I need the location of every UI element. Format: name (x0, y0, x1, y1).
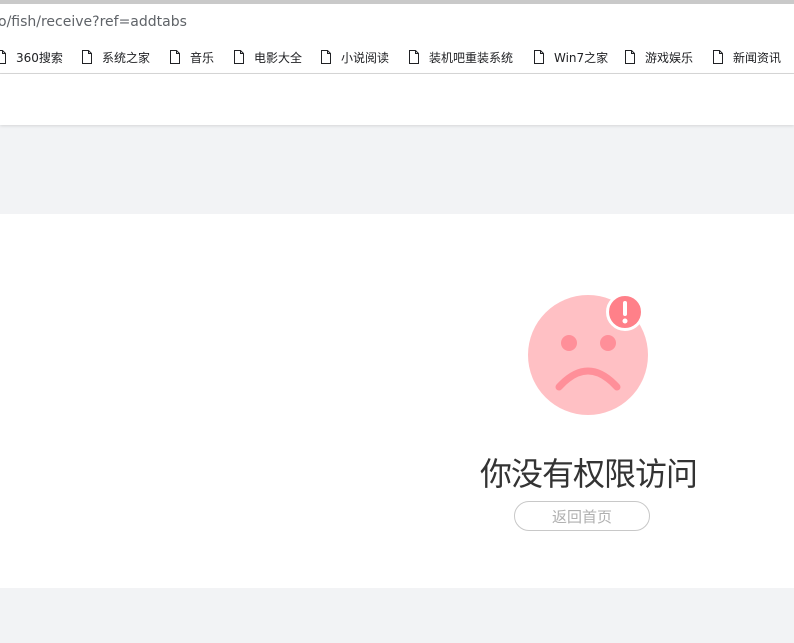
alert-icon (606, 293, 644, 331)
file-icon (170, 50, 180, 64)
file-icon (234, 50, 244, 64)
bookmark-label: 新闻资讯 (733, 50, 782, 65)
file-icon (82, 50, 92, 64)
file-icon (321, 50, 331, 64)
bookmark-music[interactable]: 音乐 (170, 48, 214, 66)
bookmark-novels[interactable]: 小说阅读 (321, 48, 389, 66)
content-panel (0, 214, 794, 588)
back-to-home-button[interactable]: 返回首页 (514, 501, 650, 531)
bookmark-label: 游戏娱乐 (645, 50, 694, 65)
bookmark-label: 电影大全 (254, 50, 303, 65)
bookmark-games[interactable]: 游戏娱乐 (625, 48, 693, 66)
bookmark-label: Win7之家 (554, 50, 609, 65)
file-icon (534, 50, 544, 64)
bookmark-360-search[interactable]: 360搜索 (0, 48, 63, 66)
bookmark-movies[interactable]: 电影大全 (234, 48, 302, 66)
bookmark-label: 360搜索 (16, 50, 63, 65)
file-icon (0, 50, 6, 64)
bookmark-label: 音乐 (190, 50, 215, 65)
bookmarks-bar: 360搜索 系统之家 音乐 电影大全 小说阅读 装机吧重装系统 Win7之家 游… (0, 40, 794, 74)
error-title: 你没有权限访问 (480, 455, 698, 493)
bookmark-label: 装机吧重装系统 (429, 50, 514, 65)
file-icon (409, 50, 419, 64)
app-header (0, 74, 794, 125)
bookmark-xitongzhijia[interactable]: 系统之家 (82, 48, 150, 66)
file-icon (713, 50, 723, 64)
url-text[interactable]: o/fish/receive?ref=addtabs (0, 14, 187, 30)
bookmark-label: 小说阅读 (341, 50, 390, 65)
bookmark-news[interactable]: 新闻资讯 (713, 48, 781, 66)
address-bar[interactable]: o/fish/receive?ref=addtabs (0, 4, 794, 41)
bookmark-zhuangjiba[interactable]: 装机吧重装系统 (409, 48, 513, 66)
bookmark-label: 系统之家 (102, 50, 151, 65)
bookmark-win7[interactable]: Win7之家 (534, 48, 608, 66)
file-icon (625, 50, 635, 64)
